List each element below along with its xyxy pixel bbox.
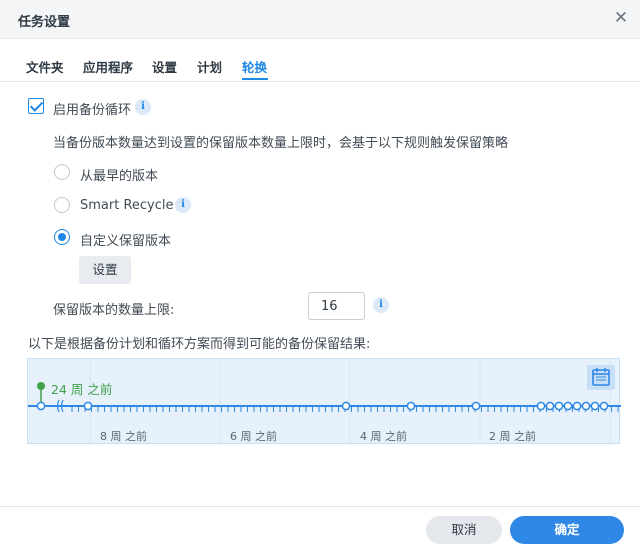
max-versions-info-icon[interactable]: i bbox=[373, 297, 389, 313]
option-smart-recycle-label: Smart Recycle bbox=[80, 198, 174, 213]
retention-result-label: 以下是根据备份计划和循环方案而得到可能的备份保留结果: bbox=[28, 337, 371, 352]
timeline-week-label: 8 周 之前 bbox=[100, 430, 147, 443]
cancel-button[interactable]: 取消 bbox=[426, 516, 502, 544]
tab-folders[interactable]: 文件夹 bbox=[26, 57, 64, 76]
timeline-week-label: 6 周 之前 bbox=[230, 430, 277, 443]
close-icon[interactable]: ✕ bbox=[612, 9, 630, 27]
calendar-icon[interactable] bbox=[587, 365, 615, 390]
smart-recycle-info-icon[interactable]: i bbox=[175, 197, 191, 213]
tab-schedule[interactable]: 计划 bbox=[197, 57, 222, 76]
setup-button[interactable]: 设置 bbox=[79, 256, 131, 284]
max-versions-label: 保留版本的数量上限: bbox=[53, 303, 175, 318]
timeline-week-label: 4 周 之前 bbox=[360, 430, 407, 443]
radio-oldest-version[interactable] bbox=[54, 164, 70, 180]
dialog-title: 任务设置 bbox=[18, 15, 71, 30]
tab-rotation[interactable]: 轮换 bbox=[242, 57, 267, 76]
ok-button[interactable]: 确定 bbox=[510, 516, 624, 544]
radio-custom-retention[interactable] bbox=[54, 229, 70, 245]
enable-rotation-checkbox[interactable] bbox=[28, 98, 44, 114]
active-tab-indicator bbox=[242, 78, 268, 80]
enable-rotation-label: 启用备份循环 bbox=[53, 103, 132, 118]
dialog-titlebar bbox=[0, 0, 640, 39]
timeline-start-label: 24 周 之前 bbox=[51, 382, 113, 397]
timeline-week-label: 2 周 之前 bbox=[489, 430, 536, 443]
option-oldest-version-label: 从最早的版本 bbox=[80, 169, 159, 184]
radio-smart-recycle[interactable] bbox=[54, 197, 70, 213]
info-icon[interactable]: i bbox=[135, 99, 151, 115]
retention-timeline: 24 周 之前 8 周 之前 6 周 之前 4 周 之前 2 周 之前 bbox=[27, 358, 621, 445]
option-custom-retention-label: 自定义保留版本 bbox=[80, 234, 172, 249]
tab-settings[interactable]: 设置 bbox=[152, 57, 177, 76]
tab-applications[interactable]: 应用程序 bbox=[83, 57, 133, 76]
rotation-description: 当备份版本数量达到设置的保留版本数量上限时，会基于以下规则触发保留策略 bbox=[53, 136, 509, 151]
max-versions-input[interactable] bbox=[308, 292, 365, 320]
